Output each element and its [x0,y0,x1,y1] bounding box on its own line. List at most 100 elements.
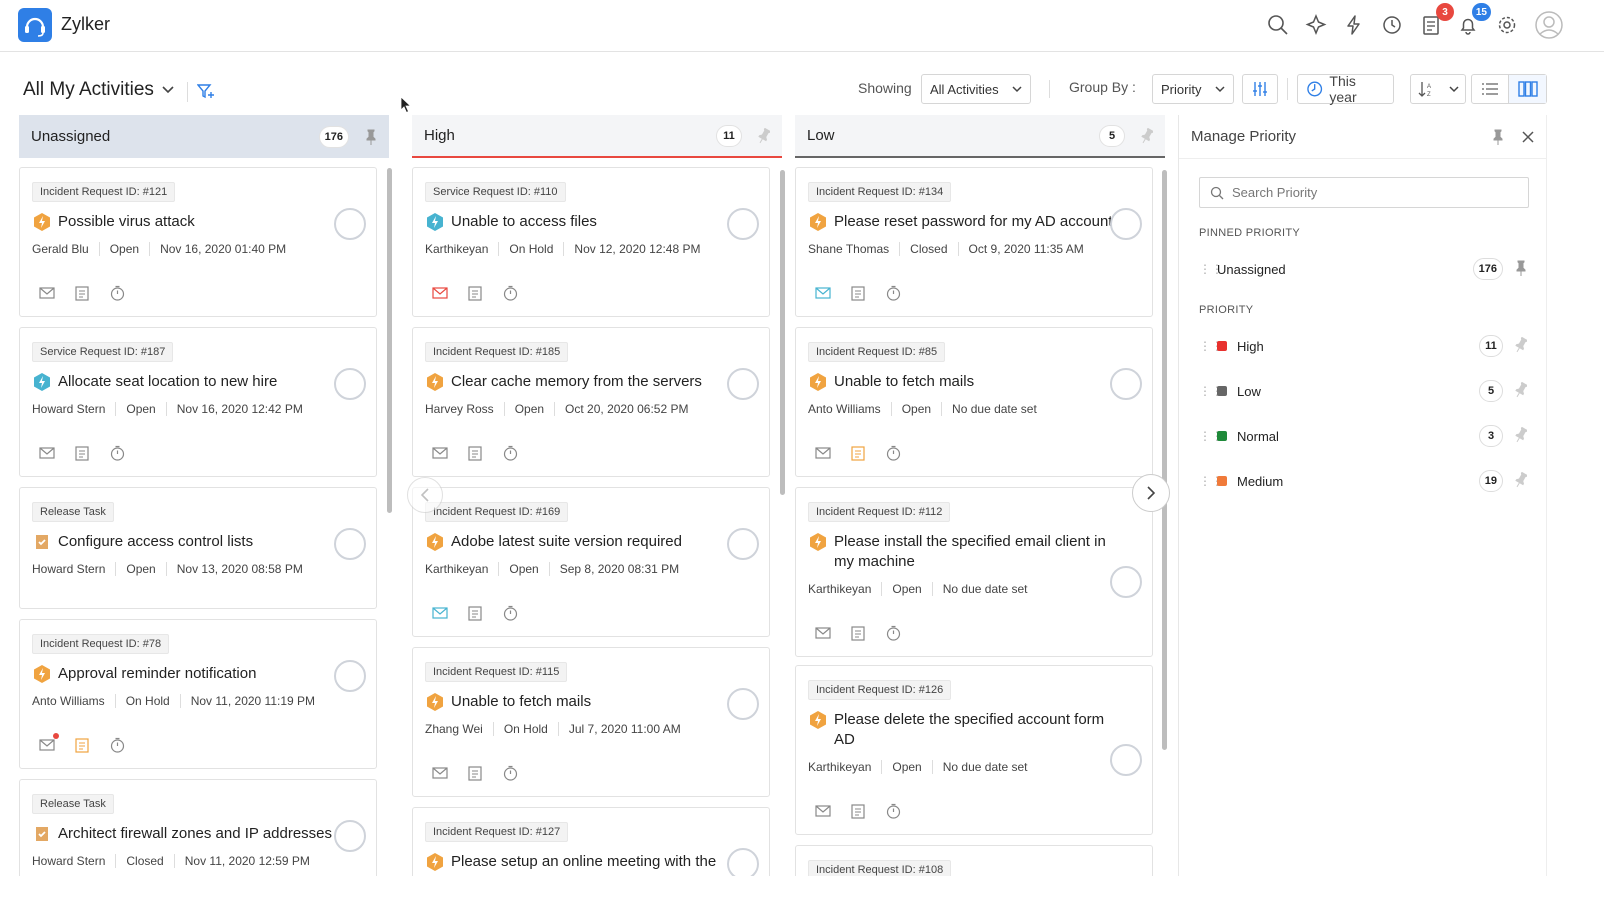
timer-icon[interactable] [501,444,519,462]
priority-row[interactable]: ⋮⋮ High 11 [1199,331,1529,361]
assignee-avatar-icon[interactable] [727,208,759,240]
pin-icon[interactable] [1515,426,1529,446]
pin-icon[interactable] [758,127,770,144]
assignee-avatar-icon[interactable] [727,528,759,560]
activity-title[interactable]: Adobe latest suite version required [451,532,741,552]
activity-title[interactable]: Unable to fetch mails [834,372,1124,392]
assignee-avatar-icon[interactable] [334,660,366,692]
activity-card[interactable]: Release Task Configure access control lis… [19,487,377,609]
assignee-avatar-icon[interactable] [1110,744,1142,776]
notes-icon[interactable] [466,604,484,622]
pin-icon[interactable] [1492,129,1504,145]
scrollbar[interactable] [780,170,785,495]
pin-icon[interactable] [1515,336,1529,356]
history-icon[interactable] [1379,12,1405,38]
notes-icon[interactable] [73,284,91,302]
close-icon[interactable] [1522,130,1534,143]
timer-icon[interactable] [884,284,902,302]
pin-icon[interactable] [1141,127,1153,144]
drag-handle-icon[interactable]: ⋮⋮ [1199,339,1223,353]
notes-icon[interactable] [466,284,484,302]
assignee-avatar-icon[interactable] [334,820,366,852]
assignee-avatar-icon[interactable] [727,368,759,400]
avatar-icon[interactable] [1534,10,1564,40]
notes-icon[interactable] [73,736,91,754]
customize-icon[interactable] [1242,74,1278,104]
mail-icon[interactable] [431,284,449,302]
list-view-icon[interactable] [1472,75,1510,103]
pin-icon[interactable] [1515,381,1529,401]
activity-title[interactable]: Please install the specified email clien… [834,532,1124,572]
drag-handle-icon[interactable]: ⋮⋮ [1199,474,1223,488]
activity-card[interactable]: Incident Request ID: #78 Approval reminde… [19,619,377,769]
mail-icon[interactable] [431,764,449,782]
activity-title[interactable]: Please setup an online meeting with the [451,852,741,872]
activity-card[interactable]: Incident Request ID: #169 Adobe latest su… [412,487,770,637]
assignee-avatar-icon[interactable] [334,368,366,400]
mail-icon[interactable] [814,802,832,820]
search-priority-input[interactable]: Search Priority [1199,177,1529,208]
activity-card[interactable]: Incident Request ID: #127 Please setup an… [412,807,770,876]
timer-icon[interactable] [884,802,902,820]
drag-handle-icon[interactable]: ⋮⋮ [1199,262,1223,276]
lightning-icon[interactable] [1341,12,1367,38]
drag-handle-icon[interactable]: ⋮⋮ [1199,384,1223,398]
mail-icon[interactable] [38,444,56,462]
assignee-avatar-icon[interactable] [727,688,759,720]
pin-icon[interactable] [365,129,377,145]
activity-card[interactable]: Service Request ID: #187 Allocate seat lo… [19,327,377,477]
pin-icon[interactable] [1515,471,1529,491]
activity-card[interactable]: Incident Request ID: #112 Please install … [795,487,1153,657]
timer-icon[interactable] [884,444,902,462]
activity-card[interactable]: Incident Request ID: #115 Unable to fetch… [412,647,770,797]
notes-icon[interactable] [849,802,867,820]
notes-icon[interactable] [849,444,867,462]
assignee-avatar-icon[interactable] [1110,368,1142,400]
app-logo-icon[interactable] [18,8,52,42]
timer-icon[interactable] [108,444,126,462]
assignee-avatar-icon[interactable] [1110,208,1142,240]
group-by-dropdown[interactable]: Priority [1152,74,1234,104]
scroll-left-button[interactable] [407,477,443,513]
assignee-avatar-icon[interactable] [334,208,366,240]
activity-title[interactable]: Unable to access files [451,212,741,232]
activity-title[interactable]: Please delete the specified account form… [834,710,1124,750]
mail-icon[interactable] [814,444,832,462]
mail-icon[interactable] [431,444,449,462]
priority-row[interactable]: ⋮⋮ Normal 3 [1199,421,1529,451]
activity-card[interactable]: Incident Request ID: #126 Please delete t… [795,665,1153,835]
activity-card[interactable]: Incident Request ID: #185 Clear cache mem… [412,327,770,477]
activity-card[interactable]: Incident Request ID: #134 Please reset pa… [795,167,1153,317]
assignee-avatar-icon[interactable] [727,848,759,876]
timer-icon[interactable] [108,736,126,754]
time-filter-button[interactable]: This year [1297,73,1394,105]
timer-icon[interactable] [501,764,519,782]
showing-dropdown[interactable]: All Activities [921,74,1031,104]
drag-handle-icon[interactable]: ⋮⋮ [1199,429,1223,443]
mail-icon[interactable] [814,624,832,642]
tasks-icon[interactable]: 3 [1418,3,1454,38]
activity-card[interactable]: Release Task Architect firewall zones and… [19,779,377,876]
activity-title[interactable]: Possible virus attack [58,212,348,232]
mail-icon[interactable] [38,733,59,754]
scrollbar[interactable] [387,168,392,513]
priority-row[interactable]: ⋮⋮ Low 5 [1199,376,1529,406]
activity-title[interactable]: Approval reminder notification [58,664,348,684]
activity-title[interactable]: Please reset password for my AD account [834,212,1124,232]
activity-card[interactable]: Incident Request ID: #85 Unable to fetch … [795,327,1153,477]
timer-icon[interactable] [108,284,126,302]
activity-title[interactable]: Clear cache memory from the servers [451,372,741,392]
activity-card[interactable]: Service Request ID: #110 Unable to access… [412,167,770,317]
notes-icon[interactable] [466,444,484,462]
activity-card[interactable]: Incident Request ID: #108 [795,845,1153,876]
priority-row[interactable]: ⋮⋮ Medium 19 [1199,466,1529,496]
notes-icon[interactable] [73,444,91,462]
search-icon[interactable] [1265,12,1291,38]
magic-icon[interactable] [1303,12,1329,38]
scrollbar[interactable] [1162,170,1167,750]
activity-card[interactable]: Incident Request ID: #121 Possible virus … [19,167,377,317]
notes-icon[interactable] [849,284,867,302]
mail-icon[interactable] [431,604,449,622]
sort-button[interactable]: AZ [1410,74,1466,104]
gear-icon[interactable] [1494,12,1520,38]
